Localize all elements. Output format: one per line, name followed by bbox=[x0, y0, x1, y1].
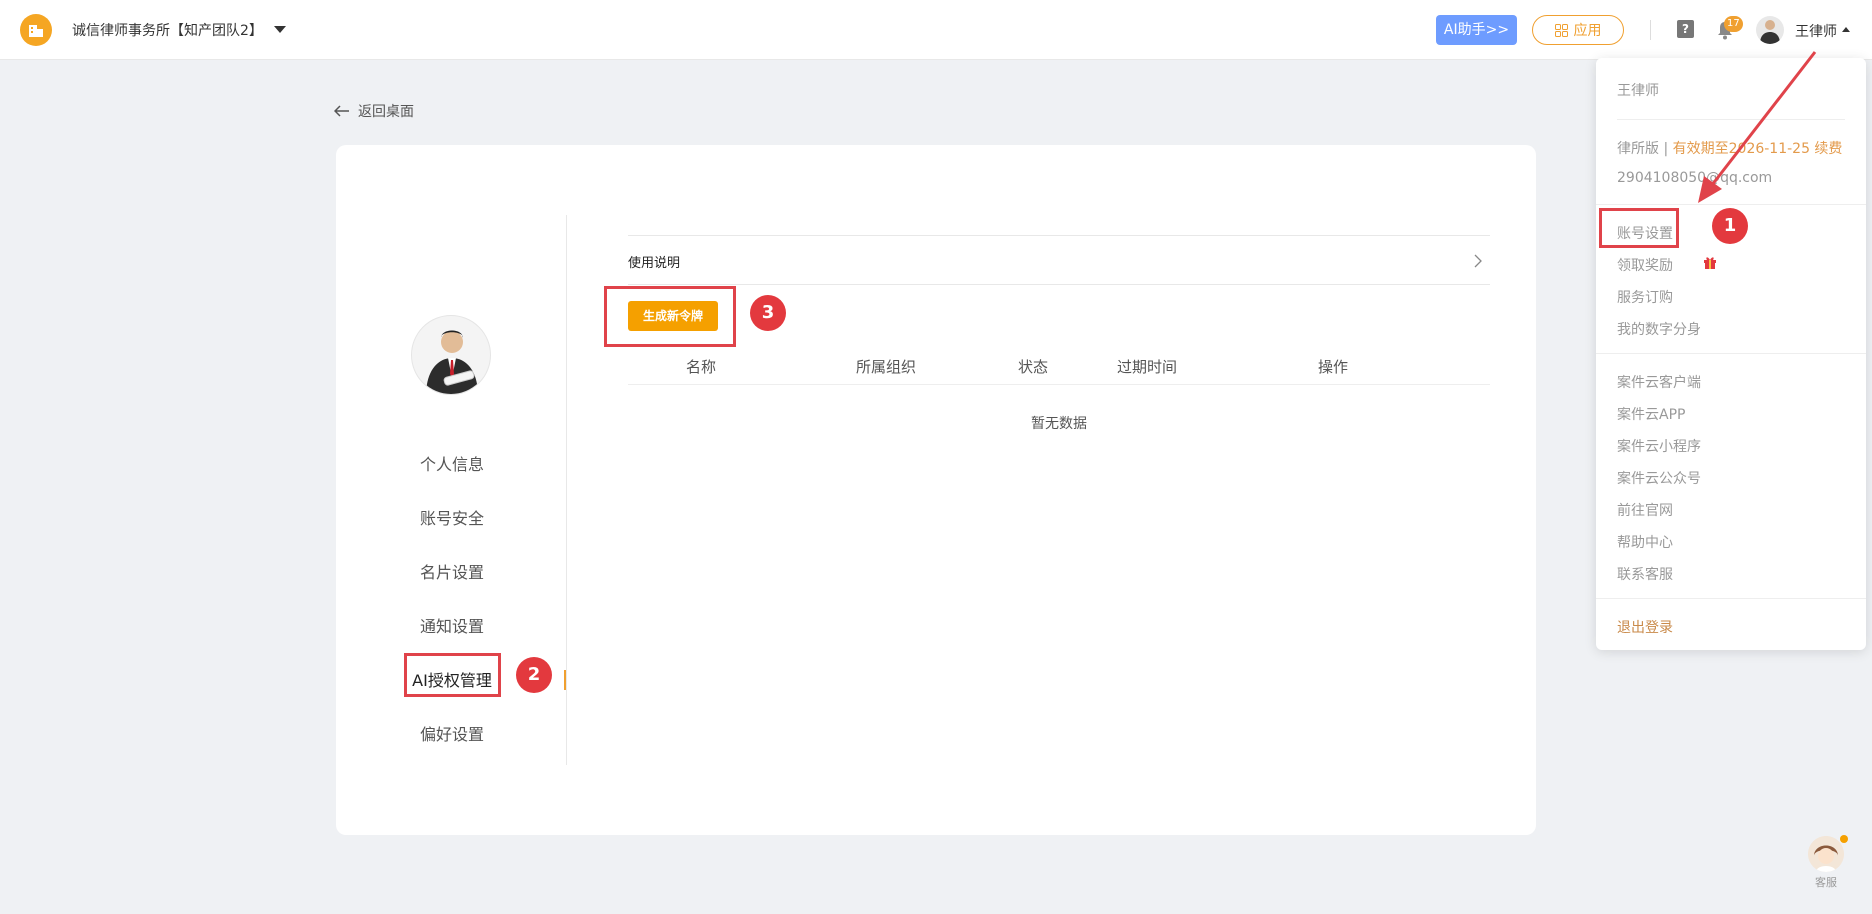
user-avatar[interactable] bbox=[1756, 16, 1784, 44]
highlight-box-account-settings bbox=[1599, 208, 1679, 248]
dropdown-item-logout[interactable]: 退出登录 bbox=[1617, 617, 1673, 637]
chevron-right-icon bbox=[1474, 254, 1482, 268]
header-divider bbox=[1650, 20, 1651, 40]
grid-icon bbox=[1554, 23, 1568, 37]
usage-instructions-label: 使用说明 bbox=[628, 256, 681, 271]
dropdown-item-official-account[interactable]: 案件云公众号 bbox=[1617, 468, 1701, 488]
sidebar-item-preference-settings[interactable]: 偏好设置 bbox=[378, 721, 526, 745]
customer-service-notification-dot bbox=[1840, 835, 1848, 843]
dropdown-item-claim-rewards[interactable]: 领取奖励 bbox=[1617, 255, 1716, 275]
top-header: 诚信律师事务所【知产团队2】 AI助手>> 应用 ? 17 王律师 bbox=[0, 0, 1872, 60]
sidebar-item-personal-info[interactable]: 个人信息 bbox=[378, 451, 526, 475]
settings-card: 个人信息 账号安全 名片设置 通知设置 AI授权管理 偏好设置 2 使用说明 生… bbox=[336, 145, 1536, 835]
sidebar-divider bbox=[566, 215, 567, 765]
table-header-expiry-time: 过期时间 bbox=[1117, 358, 1178, 376]
table-header-actions: 操作 bbox=[1318, 358, 1349, 376]
dropdown-item-mobile-app[interactable]: 案件云APP bbox=[1617, 404, 1685, 424]
apps-button-label: 应用 bbox=[1573, 23, 1602, 39]
arrow-left-icon bbox=[334, 105, 349, 117]
dropdown-item-service-subscription[interactable]: 服务订购 bbox=[1617, 287, 1673, 307]
dropdown-item-claim-rewards-label: 领取奖励 bbox=[1617, 258, 1673, 274]
dropdown-item-mini-program[interactable]: 案件云小程序 bbox=[1617, 436, 1701, 456]
dropdown-item-digital-avatar[interactable]: 我的数字分身 bbox=[1617, 319, 1701, 339]
org-dropdown-caret-icon[interactable] bbox=[274, 26, 286, 33]
notification-count-badge: 17 bbox=[1724, 16, 1743, 32]
dropdown-item-client-app[interactable]: 案件云客户端 bbox=[1617, 372, 1701, 392]
annotation-badge-2: 2 bbox=[516, 657, 552, 693]
sidebar-item-notification-settings[interactable]: 通知设置 bbox=[378, 613, 526, 637]
highlight-box-ai-authorization bbox=[404, 653, 501, 697]
highlight-box-generate-token bbox=[604, 286, 736, 347]
dropdown-item-official-website[interactable]: 前往官网 bbox=[1617, 500, 1673, 520]
table-header-organization: 所属组织 bbox=[856, 358, 917, 376]
annotation-arrow-icon bbox=[1698, 51, 1817, 203]
sidebar-item-card-settings[interactable]: 名片设置 bbox=[378, 559, 526, 583]
sidebar-item-account-security[interactable]: 账号安全 bbox=[378, 505, 526, 529]
org-name[interactable]: 诚信律师事务所【知产团队2】 bbox=[72, 20, 263, 40]
table-empty-state: 暂无数据 bbox=[1031, 416, 1087, 432]
back-to-desktop-link[interactable]: 返回桌面 bbox=[334, 101, 414, 121]
dropdown-plan-prefix: 律所版 | bbox=[1617, 141, 1673, 157]
customer-service-label: 客服 bbox=[1815, 876, 1837, 889]
user-menu-caret-icon[interactable] bbox=[1842, 27, 1850, 32]
customer-service-widget[interactable]: 客服 bbox=[1808, 836, 1844, 896]
dropdown-item-contact-support[interactable]: 联系客服 bbox=[1617, 564, 1673, 584]
user-name[interactable]: 王律师 bbox=[1795, 21, 1837, 41]
back-link-label: 返回桌面 bbox=[358, 104, 414, 120]
gift-icon bbox=[1704, 257, 1716, 269]
table-header-status: 状态 bbox=[1018, 358, 1049, 376]
customer-service-avatar bbox=[1808, 836, 1844, 872]
help-icon[interactable]: ? bbox=[1677, 20, 1694, 38]
table-header-name: 名称 bbox=[686, 358, 717, 376]
annotation-badge-3: 3 bbox=[750, 295, 786, 331]
dropdown-item-help-center[interactable]: 帮助中心 bbox=[1617, 532, 1673, 552]
profile-avatar[interactable] bbox=[411, 315, 491, 395]
token-table-header: 名称 所属组织 状态 过期时间 操作 bbox=[628, 345, 1490, 385]
org-logo-icon[interactable] bbox=[20, 14, 52, 46]
dropdown-divider bbox=[1596, 598, 1866, 599]
apps-button[interactable]: 应用 bbox=[1532, 15, 1624, 45]
annotation-badge-1: 1 bbox=[1712, 208, 1748, 244]
ai-assistant-button[interactable]: AI助手>> bbox=[1436, 15, 1517, 45]
dropdown-divider bbox=[1596, 353, 1866, 354]
usage-instructions-row[interactable]: 使用说明 bbox=[628, 235, 1490, 285]
dropdown-user-name: 王律师 bbox=[1617, 83, 1659, 99]
